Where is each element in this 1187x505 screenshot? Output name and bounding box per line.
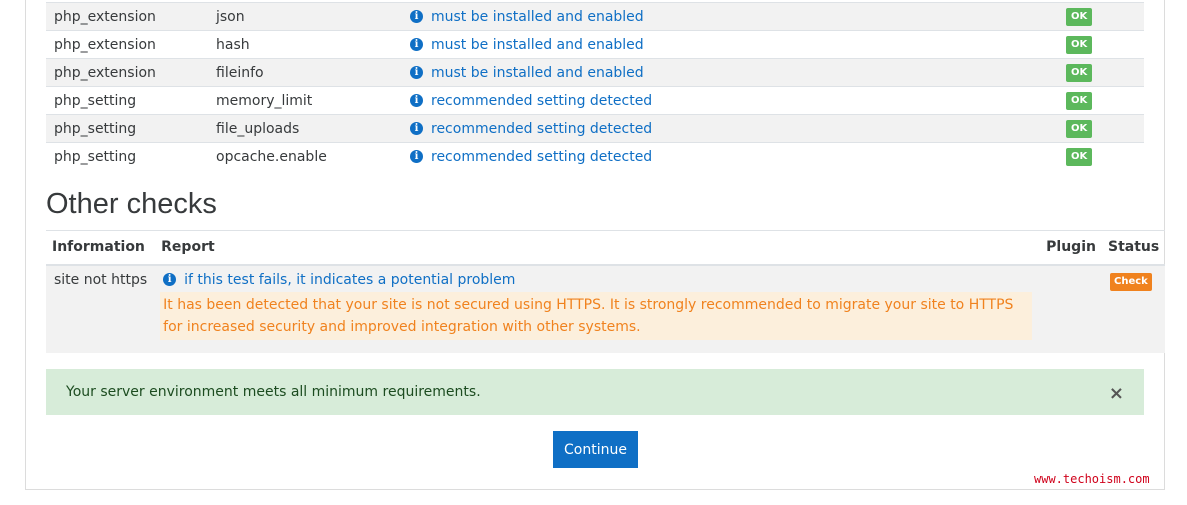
report-link[interactable]: must be installed and enabled — [431, 65, 644, 81]
requirement-type: php_extension — [46, 2, 216, 31]
success-alert: Your server environment meets all minimu… — [46, 369, 1144, 415]
report-link[interactable]: recommended setting detected — [431, 93, 652, 109]
requirement-name: fileinfo — [216, 58, 402, 87]
requirements-table: php_extension json i must be installed an… — [46, 2, 1144, 171]
requirement-name: json — [216, 2, 402, 31]
requirement-name: file_uploads — [216, 114, 402, 143]
info-icon[interactable]: i — [410, 94, 423, 107]
info-icon[interactable]: i — [410, 150, 423, 164]
status-badge: Check — [1109, 272, 1152, 291]
report-link[interactable]: if this test fails, it indicates a poten… — [184, 272, 515, 288]
status-badge: OK — [1066, 36, 1093, 54]
table-row: php_setting file_uploads i recommended se… — [46, 114, 1144, 143]
table-row: php_extension fileinfo i must be installe… — [46, 58, 1144, 87]
continue-button[interactable]: Continue — [553, 431, 638, 468]
table-row: php_setting opcache.enable i recommended … — [46, 142, 1144, 171]
header-information: Information — [46, 230, 156, 266]
status-badge: OK — [1066, 64, 1093, 82]
requirement-type: php_setting — [46, 114, 216, 143]
header-report: Report — [155, 230, 1041, 266]
report-link[interactable]: must be installed and enabled — [431, 9, 644, 25]
report-link[interactable]: recommended setting detected — [431, 149, 652, 165]
watermark: www.techoism.com — [1034, 472, 1150, 486]
info-icon[interactable]: i — [410, 10, 423, 23]
requirement-type: php_setting — [46, 142, 216, 171]
header-status: Status — [1101, 230, 1166, 266]
table-row: site not https i if this test fails, it i… — [46, 264, 1166, 353]
requirement-name: memory_limit — [216, 86, 402, 115]
other-checks-table: Information Report Plugin Status site no… — [46, 230, 1166, 353]
table-row: php_extension hash i must be installed an… — [46, 30, 1144, 59]
requirement-name: opcache.enable — [216, 142, 402, 171]
requirement-type: php_extension — [46, 58, 216, 87]
info-icon[interactable]: i — [163, 273, 177, 286]
status-badge: OK — [1066, 92, 1093, 110]
report-link[interactable]: recommended setting detected — [431, 121, 652, 137]
info-icon[interactable]: i — [410, 122, 423, 135]
report-link[interactable]: must be installed and enabled — [431, 37, 644, 53]
table-row: php_setting memory_limit i recommended se… — [46, 86, 1144, 115]
check-plugin — [1040, 264, 1102, 353]
status-badge: OK — [1066, 148, 1093, 167]
requirement-type: php_setting — [46, 86, 216, 115]
check-information: site not https — [46, 264, 156, 353]
info-icon[interactable]: i — [410, 38, 423, 51]
warning-message: It has been detected that your site is n… — [160, 291, 1033, 340]
requirement-type: php_extension — [46, 30, 216, 59]
alert-message: Your server environment meets all minimu… — [66, 384, 481, 400]
close-icon[interactable]: × — [1109, 383, 1124, 404]
header-plugin: Plugin — [1040, 230, 1102, 266]
requirement-name: hash — [216, 30, 402, 59]
info-icon[interactable]: i — [410, 66, 423, 79]
section-title: Other checks — [46, 188, 217, 220]
status-badge: OK — [1066, 8, 1093, 26]
status-badge: OK — [1066, 120, 1093, 138]
table-row: php_extension json i must be installed an… — [46, 2, 1144, 31]
